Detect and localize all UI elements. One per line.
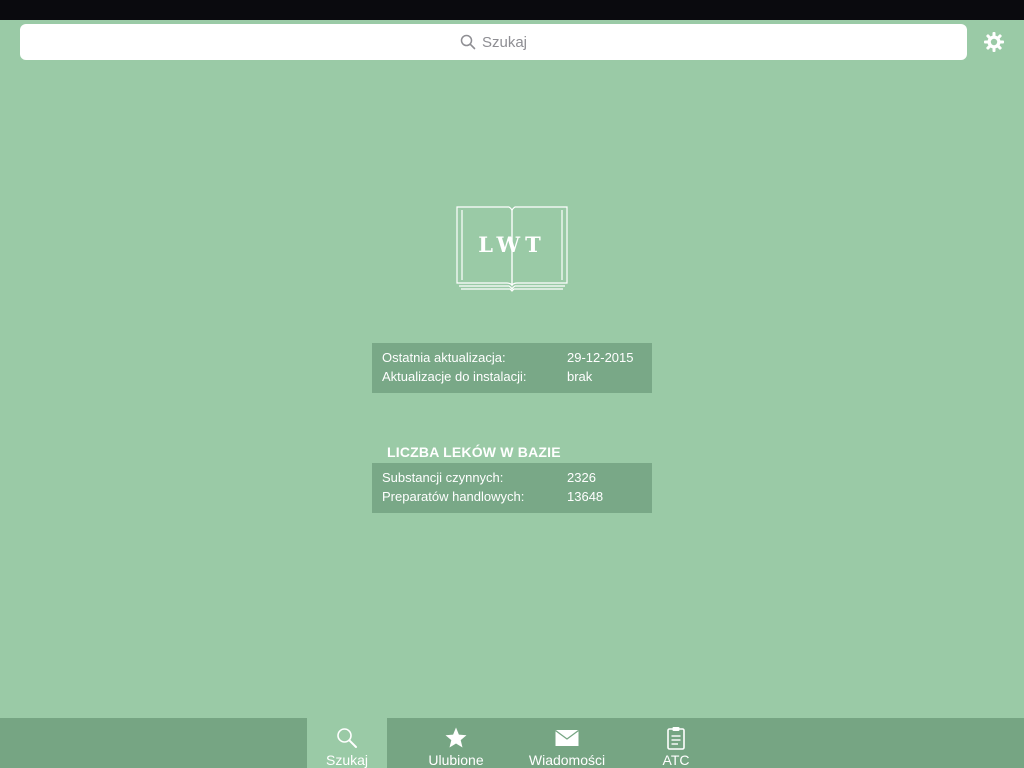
logo-text: LWT xyxy=(478,232,546,257)
tab-favorites[interactable]: Ulubione xyxy=(416,718,496,768)
drug-count-title: LICZBA LEKÓW W BAZIE xyxy=(387,444,561,460)
envelope-icon xyxy=(555,729,579,746)
tab-search[interactable]: Szukaj xyxy=(307,718,387,768)
drug-count-panel: Substancji czynnych: 2326 Preparatów han… xyxy=(372,463,652,513)
tab-label: Wiadomości xyxy=(528,752,606,768)
trade-products-label: Preparatów handlowych: xyxy=(382,489,525,504)
search-icon xyxy=(460,34,476,50)
app-logo-book-icon: LWT xyxy=(456,206,568,292)
search-icon xyxy=(337,728,357,748)
tab-label: Szukaj xyxy=(325,752,369,768)
tab-bar: Szukaj Ulubione Wiadomości ATC xyxy=(0,718,1024,768)
info-row: Ostatnia aktualizacja: 29-12-2015 xyxy=(382,348,642,367)
status-bar xyxy=(0,0,1024,20)
clipboard-icon xyxy=(667,727,685,750)
last-update-label: Ostatnia aktualizacja: xyxy=(382,350,506,365)
search-placeholder: Szukaj xyxy=(481,33,528,51)
update-info-panel: Ostatnia aktualizacja: 29-12-2015 Aktual… xyxy=(372,343,652,393)
settings-gear-icon[interactable] xyxy=(983,31,1005,53)
search-input[interactable]: Szukaj xyxy=(20,24,967,60)
active-substances-label: Substancji czynnych: xyxy=(382,470,504,485)
tab-label: ATC xyxy=(662,752,690,768)
pending-updates-label: Aktualizacje do instalacji: xyxy=(382,369,527,384)
info-row: Preparatów handlowych: 13648 xyxy=(382,487,642,506)
star-icon xyxy=(445,727,467,748)
info-row: Substancji czynnych: 2326 xyxy=(382,468,642,487)
info-row: Aktualizacje do instalacji: brak xyxy=(382,367,642,386)
last-update-value: 29-12-2015 xyxy=(567,350,634,365)
tab-messages[interactable]: Wiadomości xyxy=(527,718,607,768)
tab-atc[interactable]: ATC xyxy=(636,718,716,768)
tab-label: Ulubione xyxy=(428,752,484,768)
pending-updates-value: brak xyxy=(567,369,593,384)
active-substances-value: 2326 xyxy=(567,470,596,485)
trade-products-value: 13648 xyxy=(567,489,604,504)
